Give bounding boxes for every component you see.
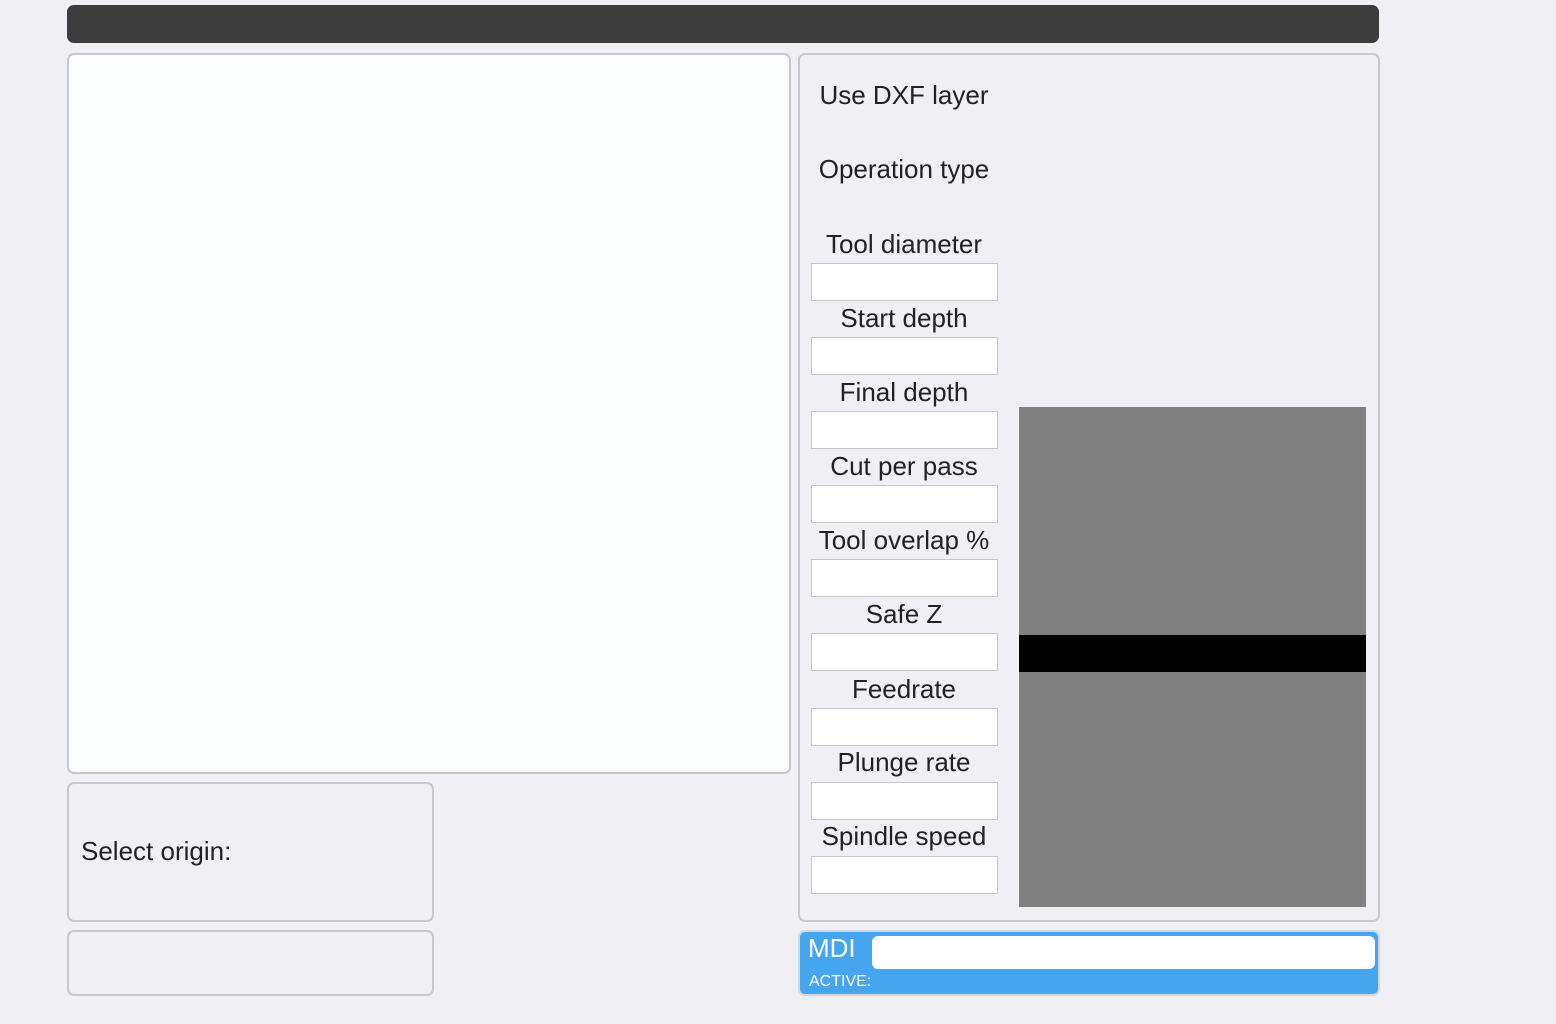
start-depth-label: Start depth <box>840 303 968 333</box>
tool-overlap-label: Tool overlap % <box>818 525 990 555</box>
final-depth-label: Final depth <box>839 377 969 407</box>
safe-z-input[interactable] <box>811 633 998 671</box>
mdi-bar: MDI ACTIVE: <box>798 930 1380 996</box>
top-toolbar <box>67 5 1379 43</box>
operation-settings-panel: Use DXF layer Operation type Tool diamet… <box>798 53 1380 922</box>
cut-depth-indicator <box>1019 635 1366 672</box>
plunge-rate-label: Plunge rate <box>837 747 971 777</box>
status-panel <box>67 930 434 996</box>
start-depth-input[interactable] <box>811 337 998 375</box>
drawing-canvas[interactable] <box>67 53 791 774</box>
spindle-speed-label: Spindle speed <box>821 821 987 851</box>
tool-diameter-input[interactable] <box>811 263 998 301</box>
operation-type-label: Operation type <box>818 154 990 184</box>
active-status: ACTIVE: <box>809 973 871 991</box>
select-origin-label: Select origin: <box>81 836 232 866</box>
spindle-speed-input[interactable] <box>811 856 998 894</box>
active-label: ACTIVE: <box>809 973 872 990</box>
feedrate-input[interactable] <box>811 708 998 746</box>
cut-per-pass-label: Cut per pass <box>830 451 978 481</box>
plunge-rate-input[interactable] <box>811 782 998 820</box>
mdi-command-input[interactable] <box>872 936 1375 969</box>
tool-diameter-label: Tool diameter <box>825 229 983 259</box>
use-dxf-layer-label: Use DXF layer <box>819 80 989 110</box>
cut-per-pass-input[interactable] <box>811 485 998 523</box>
final-depth-input[interactable] <box>811 411 998 449</box>
mdi-label: MDI <box>808 933 856 963</box>
feedrate-label: Feedrate <box>851 674 957 704</box>
safe-z-label: Safe Z <box>865 599 943 629</box>
tool-overlap-input[interactable] <box>811 559 998 597</box>
cut-depth-preview <box>1019 407 1366 907</box>
origin-panel: Select origin: <box>67 782 434 922</box>
